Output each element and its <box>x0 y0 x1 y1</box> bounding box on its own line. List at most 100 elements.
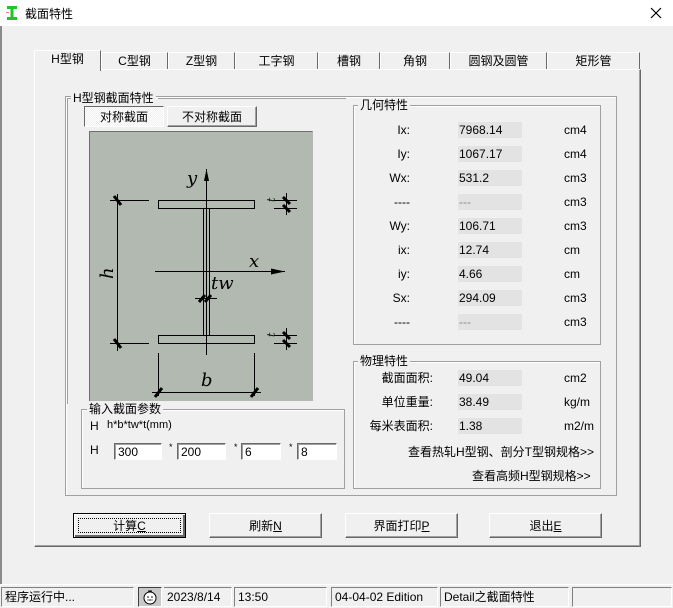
accelerator-key: P <box>421 518 430 533</box>
geometry-group: 几何特性 Ix: 7968.14 cm4 Iy: 1067.17 cm4 Wx: 531.2 c… <box>353 98 601 345</box>
property-value: 12.74 <box>458 242 522 258</box>
property-label: Iy: <box>397 147 410 161</box>
h-row-label: H <box>90 443 99 457</box>
clock-icon <box>143 590 157 605</box>
clock-button[interactable] <box>138 587 162 607</box>
property-label: Wx: <box>389 171 410 185</box>
exit-button[interactable]: 退出 E <box>489 513 602 538</box>
button-label: 不对称截面 <box>181 110 242 124</box>
input-group-legend: 输入截面参数 <box>87 402 164 416</box>
calculate-button[interactable]: 计算 C <box>73 513 186 538</box>
property-label: iy: <box>398 267 410 281</box>
tab-c-steel[interactable]: C型钢 <box>101 52 168 70</box>
status-edition: 04-04-02 Edition <box>331 587 438 607</box>
property-label: ix: <box>398 243 410 257</box>
property-label: Ix: <box>397 123 410 137</box>
status-bar: 程序运行中... 2023/8/14 13:50 04-04-02 Editio… <box>0 584 673 608</box>
print-button[interactable]: 界面打印 P <box>345 513 458 538</box>
physical-group: 物理特性 截面面积: 49.04 cm2 单位重量: 38.49 kg/m 每米表面积: 1.… <box>353 354 601 489</box>
t-top-label: t <box>265 197 278 202</box>
tab-label: Z型钢 <box>185 54 218 68</box>
tab-rect-tube[interactable]: 矩形管 <box>547 52 640 70</box>
t-bottom-label: t <box>265 332 278 337</box>
accelerator-key: C <box>137 518 146 533</box>
property-unit: cm <box>564 243 580 257</box>
property-value: 7968.14 <box>458 122 522 138</box>
y-axis-label: y <box>186 168 198 189</box>
geometry-row: ix: 12.74 cm <box>354 242 594 258</box>
separator: * <box>234 442 238 452</box>
property-value: 294.09 <box>458 290 522 306</box>
window-edge <box>0 26 2 608</box>
tab-round[interactable]: 圆钢及圆管 <box>450 52 547 70</box>
divider <box>67 98 68 404</box>
tw-input[interactable] <box>241 443 281 460</box>
property-label: 单位重量: <box>381 395 433 409</box>
status-module: Detail之截面特性 <box>440 587 569 607</box>
property-unit: cm3 <box>564 171 587 185</box>
geometry-row: ---- --- cm3 <box>354 314 594 330</box>
property-unit: m2/m <box>564 419 594 433</box>
close-button[interactable] <box>644 2 668 24</box>
t-input[interactable] <box>297 443 337 460</box>
high-freq-spec-link[interactable]: 查看高频H型钢规格>> <box>472 467 591 484</box>
tab-channel[interactable]: 槽钢 <box>318 52 380 70</box>
physical-row: 截面面积: 49.04 cm2 <box>354 370 594 386</box>
symmetric-section-button[interactable]: 对称截面 <box>84 106 164 127</box>
button-label: 退出 <box>529 519 554 533</box>
divider <box>158 98 346 99</box>
asymmetric-section-button[interactable]: 不对称截面 <box>167 106 257 127</box>
geometry-row: Wx: 531.2 cm3 <box>354 170 594 186</box>
diagram-background <box>89 131 313 401</box>
property-unit: cm3 <box>564 219 587 233</box>
accelerator-key: E <box>553 518 562 533</box>
tab-z-steel[interactable]: Z型钢 <box>168 52 235 70</box>
geometry-row: Iy: 1067.17 cm4 <box>354 146 594 162</box>
property-value: --- <box>458 194 522 210</box>
property-unit: kg/m <box>564 395 591 409</box>
title-bar: 截面特性 <box>0 0 673 26</box>
b-label: b <box>201 370 213 391</box>
status-time: 13:50 <box>234 587 327 607</box>
refresh-button[interactable]: 刷新 N <box>209 513 322 538</box>
focus-rect: 计算 C <box>78 518 181 533</box>
property-unit: cm4 <box>564 123 587 137</box>
tab-angle[interactable]: 角钢 <box>380 52 450 70</box>
property-label: 每米表面积: <box>369 419 433 433</box>
tab-label: 工字钢 <box>258 54 295 68</box>
tab-label: 圆钢及圆管 <box>468 54 529 68</box>
property-value: 38.49 <box>458 394 522 410</box>
property-unit: cm3 <box>564 291 587 305</box>
geometry-legend: 几何特性 <box>358 98 411 112</box>
property-unit: cm3 <box>564 195 587 209</box>
accelerator-key: N <box>273 518 282 533</box>
property-unit: cm <box>564 267 580 281</box>
property-label: 截面面积: <box>381 371 433 385</box>
button-label: 对称截面 <box>99 110 148 124</box>
h-label: h <box>97 267 118 279</box>
button-label: 刷新 <box>249 519 274 533</box>
x-axis-label: x <box>249 251 259 272</box>
property-value: 4.66 <box>458 266 522 282</box>
tab-i-beam[interactable]: 工字钢 <box>235 52 318 70</box>
b-input[interactable] <box>177 443 226 460</box>
property-value: 531.2 <box>458 170 522 186</box>
geometry-row: Ix: 7968.14 cm4 <box>354 122 594 138</box>
physical-legend: 物理特性 <box>358 354 411 368</box>
tw-label: tw <box>211 273 234 294</box>
hot-rolled-spec-link[interactable]: 查看热轧H型钢、剖分T型钢规格>> <box>408 443 594 460</box>
property-value: 49.04 <box>458 370 522 386</box>
h-input[interactable] <box>114 443 162 460</box>
formula-prefix: H <box>90 419 99 433</box>
property-label: Wy: <box>389 219 410 233</box>
separator: * <box>289 442 293 452</box>
tab-label: 矩形管 <box>575 54 612 68</box>
tab-h-steel[interactable]: H型钢 <box>34 50 101 71</box>
property-value: 106.71 <box>458 218 522 234</box>
status-date: 2023/8/14 <box>164 587 232 607</box>
input-group: 输入截面参数 H h*b*tw*t(mm) H * * * <box>81 402 345 489</box>
section-group-legend: H型钢截面特性 <box>71 91 156 105</box>
geometry-row: ---- --- cm3 <box>354 194 594 210</box>
button-label: 界面打印 <box>373 519 422 533</box>
property-value: 1.38 <box>458 418 522 434</box>
